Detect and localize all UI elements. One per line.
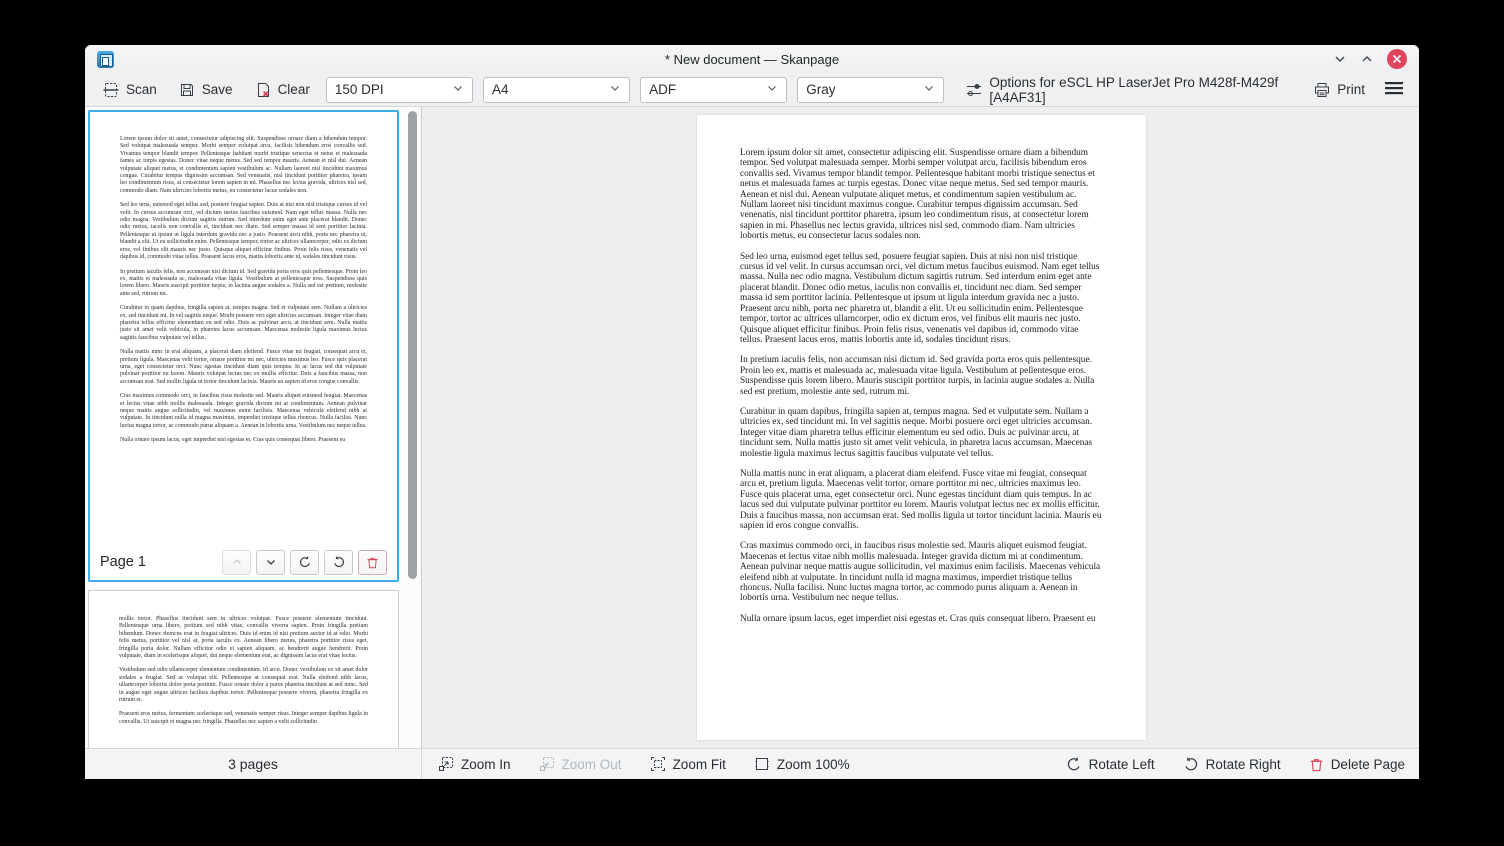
rotate-right-button[interactable]: Rotate Right bbox=[1183, 756, 1281, 772]
scan-button[interactable]: Scan bbox=[97, 79, 163, 101]
scanner-options-button[interactable]: Options for eSCL HP LaserJet Pro M428f-M… bbox=[960, 72, 1288, 108]
skanpage-app-icon bbox=[97, 50, 114, 68]
resolution-dropdown[interactable]: 150 DPI bbox=[325, 76, 473, 103]
page-label: Page 1 bbox=[100, 554, 146, 570]
page-size-dropdown[interactable]: A4 bbox=[482, 76, 631, 103]
page-1-thumbnail-image: Lorem ipsum dolor sit amet, consectetur … bbox=[120, 136, 368, 444]
save-icon bbox=[179, 82, 195, 98]
clear-icon bbox=[255, 82, 271, 98]
zoom-out-icon bbox=[539, 756, 555, 772]
chevron-down-icon bbox=[923, 82, 935, 97]
main-toolbar: Scan Save Clear 150 DPI A4 ADF Gray Opti… bbox=[85, 73, 1419, 107]
thumbnail-sidebar: Lorem ipsum dolor sit amet, consectetur … bbox=[85, 107, 422, 748]
document-preview-area[interactable]: Lorem ipsum dolor sit amet, consectetur … bbox=[422, 107, 1419, 748]
delete-page-icon[interactable] bbox=[358, 549, 387, 575]
chevron-down-icon bbox=[766, 82, 778, 97]
document-page: Lorem ipsum dolor sit amet, consectetur … bbox=[697, 115, 1146, 740]
skanpage-window: * New document — Skanpage Scan Save Clea… bbox=[85, 45, 1419, 779]
clear-button[interactable]: Clear bbox=[249, 79, 316, 101]
move-page-down-button[interactable] bbox=[256, 549, 285, 575]
scan-icon bbox=[103, 82, 119, 98]
source-dropdown[interactable]: ADF bbox=[640, 76, 788, 103]
rotate-left-button[interactable]: Rotate Left bbox=[1066, 756, 1155, 772]
status-bar: 3 pages Zoom In Zoom Out Zoom Fit Zoom 1… bbox=[85, 748, 1419, 779]
page-1-footer: Page 1 bbox=[90, 544, 397, 580]
save-button[interactable]: Save bbox=[173, 79, 239, 101]
sliders-icon bbox=[966, 82, 982, 98]
rotate-page-right-icon[interactable] bbox=[324, 549, 353, 575]
page-2-thumbnail[interactable]: mollis tortor. Phasellus tincidunt sem i… bbox=[88, 590, 399, 748]
sidebar-scrollbar-thumb[interactable] bbox=[408, 111, 417, 579]
maximize-icon[interactable] bbox=[1360, 52, 1374, 66]
title-bar[interactable]: * New document — Skanpage bbox=[85, 45, 1419, 73]
move-page-up-button bbox=[222, 549, 251, 575]
zoom-in-icon bbox=[438, 756, 454, 772]
delete-page-button[interactable]: Delete Page bbox=[1309, 757, 1405, 772]
pages-count: 3 pages bbox=[85, 749, 422, 779]
window-title: * New document — Skanpage bbox=[664, 51, 840, 67]
printer-icon bbox=[1314, 82, 1330, 98]
color-mode-dropdown[interactable]: Gray bbox=[797, 76, 945, 103]
menu-hamburger-icon[interactable] bbox=[1381, 78, 1407, 101]
close-icon[interactable] bbox=[1387, 49, 1407, 69]
chevron-down-icon bbox=[452, 82, 464, 97]
zoom-out-button: Zoom Out bbox=[539, 756, 622, 772]
zoom-fit-icon bbox=[650, 756, 666, 772]
zoom-100-icon bbox=[754, 756, 770, 772]
trash-icon bbox=[1309, 757, 1324, 772]
chevron-down-icon bbox=[609, 82, 621, 97]
print-button[interactable]: Print bbox=[1308, 79, 1371, 101]
minimize-icon[interactable] bbox=[1333, 52, 1347, 66]
zoom-fit-button[interactable]: Zoom Fit bbox=[650, 756, 726, 772]
rotate-right-icon bbox=[1183, 756, 1199, 772]
zoom-100-button[interactable]: Zoom 100% bbox=[754, 756, 850, 772]
zoom-in-button[interactable]: Zoom In bbox=[438, 756, 511, 772]
page-1-thumbnail[interactable]: Lorem ipsum dolor sit amet, consectetur … bbox=[88, 110, 399, 582]
rotate-page-left-icon[interactable] bbox=[290, 549, 319, 575]
rotate-left-icon bbox=[1066, 756, 1082, 772]
